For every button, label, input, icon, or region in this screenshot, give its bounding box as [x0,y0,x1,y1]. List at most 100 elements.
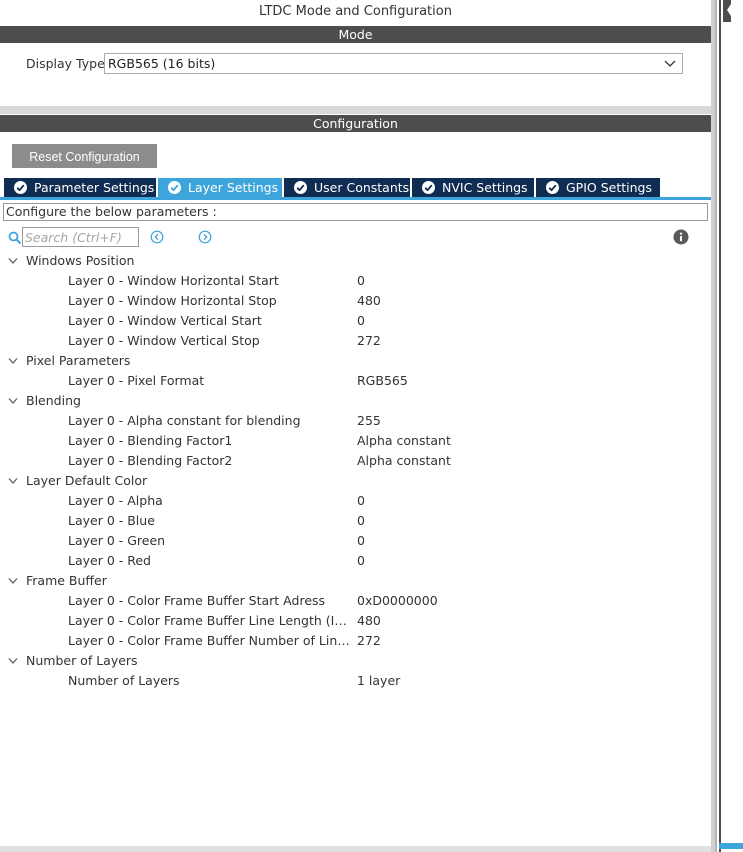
chevron-down-icon [8,478,18,484]
parameter-name: Number of Layers [68,673,180,688]
parameter-name: Layer 0 - Green [68,533,166,548]
check-circle-icon [546,181,559,194]
parameter-name: Layer 0 - Window Horizontal Start [68,273,279,288]
parameter-row[interactable]: Layer 0 - Window Vertical Start 0 [0,311,711,331]
parameter-value[interactable]: Alpha constant [357,431,451,451]
parameter-row[interactable]: Layer 0 - Window Horizontal Stop 480 [0,291,711,311]
tree-group-row[interactable]: Blending [0,391,711,411]
chevron-down-icon [8,658,18,664]
tab-label: User Constants [314,180,410,195]
parameter-name: Layer 0 - Blue [68,513,155,528]
parameter-row[interactable]: Layer 0 - Alpha constant for blending 255 [0,411,711,431]
search-input[interactable] [22,227,139,247]
tree-group-row[interactable]: Number of Layers [0,651,711,671]
parameter-row[interactable]: Layer 0 - Blending Factor1 Alpha constant [0,431,711,451]
check-circle-icon [422,181,435,194]
tab-label: Layer Settings [188,180,279,195]
group-name: Frame Buffer [26,573,107,588]
parameter-value[interactable]: Alpha constant [357,451,451,471]
parameter-name: Layer 0 - Alpha constant for blending [68,413,301,428]
check-circle-icon [168,181,181,194]
parameter-row[interactable]: Layer 0 - Green 0 [0,531,711,551]
parameter-row[interactable]: Layer 0 - Red 0 [0,551,711,571]
tab-parameter-settings[interactable]: Parameter Settings [4,178,156,198]
parameter-row[interactable]: Layer 0 - Blue 0 [0,511,711,531]
chevron-down-icon [8,358,18,364]
display-type-row: Display Type RGB565 (16 bits) [0,52,711,82]
parameter-value[interactable]: 480 [357,291,381,311]
chevron-down-icon [8,578,18,584]
parameter-tree: Windows Position Layer 0 - Window Horizon… [0,251,711,691]
chevron-down-icon [664,60,676,67]
parameter-value[interactable]: 272 [357,331,381,351]
section-divider [0,106,711,114]
parameter-name: Layer 0 - Window Vertical Start [68,313,262,328]
group-name: Windows Position [26,253,135,268]
reset-configuration-button[interactable]: Reset Configuration [12,144,157,168]
parameter-row[interactable]: Number of Layers 1 layer [0,671,711,691]
chevron-right-circle-icon[interactable] [198,230,212,244]
parameter-name: Layer 0 - Window Vertical Stop [68,333,260,348]
parameter-name: Layer 0 - Red [68,553,151,568]
tab-nvic-settings[interactable]: NVIC Settings [412,178,534,198]
parameter-value[interactable]: 0 [357,531,365,551]
parameter-name: Layer 0 - Color Frame Buffer Start Adres… [68,593,326,608]
parameter-name: Layer 0 - Blending Factor2 [68,453,233,468]
group-name: Number of Layers [26,653,138,668]
group-name: Layer Default Color [26,473,148,488]
chevron-left-circle-icon[interactable] [150,230,164,244]
parameter-row[interactable]: Layer 0 - Color Frame Buffer Line Length… [0,611,711,631]
parameter-value[interactable]: 0 [357,551,365,571]
parameter-name: Layer 0 - Color Frame Buffer Line Length… [68,613,353,628]
border-line [715,0,717,852]
check-circle-icon [14,181,27,194]
parameter-value[interactable]: 0xD0000000 [357,591,438,611]
mode-header: Mode [0,26,711,43]
tab-gpio-settings[interactable]: GPIO Settings [536,178,660,198]
tab-label: NVIC Settings [442,180,528,195]
group-name: Pixel Parameters [26,353,131,368]
parameter-value[interactable]: 0 [357,271,365,291]
search-icon [8,231,22,245]
parameter-value[interactable]: 0 [357,511,365,531]
chevron-down-icon [8,398,18,404]
parameter-name: Layer 0 - Color Frame Buffer Number of L… [68,633,353,648]
tab-underline [0,197,711,200]
tree-group-row[interactable]: Pixel Parameters [0,351,711,371]
display-type-label: Display Type [26,56,105,71]
configuration-header: Configuration [0,115,711,132]
bottom-scroll-band [0,846,711,852]
parameter-row[interactable]: Layer 0 - Color Frame Buffer Number of L… [0,631,711,651]
chevron-down-icon [8,258,18,264]
tree-group-row[interactable]: Frame Buffer [0,571,711,591]
parameter-name: Layer 0 - Blending Factor1 [68,433,233,448]
tree-group-row[interactable]: Windows Position [0,251,711,271]
parameter-value[interactable]: 0 [357,311,365,331]
check-circle-icon [294,181,307,194]
parameter-row[interactable]: Layer 0 - Alpha 0 [0,491,711,511]
ltdc-panel: LTDC Mode and Configuration Mode Display… [0,0,711,852]
tab-user-constants[interactable]: User Constants [284,178,410,198]
border-line [719,0,721,852]
parameter-row[interactable]: Layer 0 - Window Horizontal Start 0 [0,271,711,291]
info-icon[interactable] [673,229,689,245]
group-name: Blending [26,393,81,408]
collapse-arrow-icon[interactable] [723,0,731,22]
parameter-value[interactable]: 1 layer [357,671,400,691]
parameter-name: Layer 0 - Pixel Format [68,373,205,388]
parameter-row[interactable]: Layer 0 - Pixel Format RGB565 [0,371,711,391]
parameter-value[interactable]: 0 [357,491,365,511]
parameter-row[interactable]: Layer 0 - Window Vertical Stop 272 [0,331,711,351]
side-tab[interactable] [719,843,743,849]
parameter-value[interactable]: 272 [357,631,381,651]
display-type-select[interactable]: RGB565 (16 bits) [104,53,683,74]
display-type-value: RGB565 (16 bits) [108,56,216,71]
tab-layer-settings[interactable]: Layer Settings [158,178,282,198]
parameter-row[interactable]: Layer 0 - Blending Factor2 Alpha constant [0,451,711,471]
tree-group-row[interactable]: Layer Default Color [0,471,711,491]
side-border [711,0,743,852]
parameter-value[interactable]: 255 [357,411,381,431]
parameter-value[interactable]: 480 [357,611,381,631]
parameter-row[interactable]: Layer 0 - Color Frame Buffer Start Adres… [0,591,711,611]
parameter-value[interactable]: RGB565 [357,371,408,391]
